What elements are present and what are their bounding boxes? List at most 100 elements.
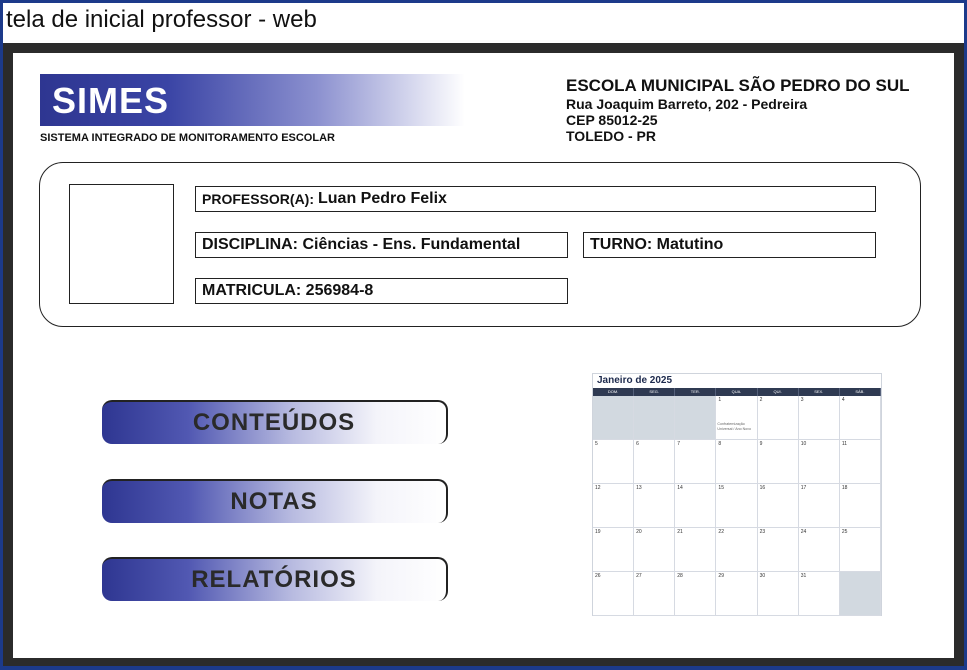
calendar-day-number: 30	[759, 573, 766, 579]
school-info: ESCOLA MUNICIPAL SÃO PEDRO DO SUL Rua Jo…	[566, 76, 910, 144]
calendar-day-number: 19	[595, 529, 601, 535]
calendar-day-number: 8	[718, 441, 722, 447]
calendar-day-number: 22	[718, 529, 724, 535]
school-name: ESCOLA MUNICIPAL SÃO PEDRO DO SUL	[566, 76, 910, 95]
calendar-day-number: 5	[595, 441, 598, 447]
calendar-day-number: 26	[595, 573, 601, 579]
calendar-day-cell[interactable]: 26	[593, 572, 635, 616]
calendar-grid: 1 Confraternização Universal / Ano Novo 2 3…	[593, 396, 881, 616]
weekday-label: QUI.	[758, 388, 799, 396]
calendar-day-number: 28	[677, 573, 683, 579]
calendar-day-cell[interactable]: 12	[593, 484, 635, 528]
calendar-day-cell[interactable]: 30	[757, 572, 799, 616]
calendar-day-number: 2	[759, 397, 763, 403]
calendar-day-number: 29	[718, 573, 724, 579]
calendar-day-cell[interactable]: 27	[634, 572, 676, 616]
calendar-day-number: 25	[841, 529, 848, 535]
calendar-day-cell[interactable]: 11	[839, 440, 881, 484]
calendar-day-number: 16	[759, 485, 766, 491]
school-city: TOLEDO - PR	[566, 128, 656, 144]
calendar-weekday-header: DOM. SEG. TER. QUA. QUI. SEX. SÁB.	[593, 388, 881, 396]
calendar-day-cell[interactable]: 22	[716, 528, 758, 572]
calendar-day-cell[interactable]: 5	[593, 440, 635, 484]
professor-name: Luan Pedro Felix	[318, 190, 447, 207]
relatorios-label: RELATÓRIOS	[191, 566, 357, 593]
calendar-day-number: 12	[595, 485, 601, 491]
calendar-day-number: 20	[636, 529, 642, 535]
calendar-day-number: 18	[841, 485, 848, 491]
calendar-day-number: 13	[636, 485, 642, 491]
calendar-day-number: 10	[800, 441, 807, 447]
matricula-field: MATRICULA: 256984-8	[195, 278, 568, 304]
calendar-day-cell[interactable]: 6	[634, 440, 676, 484]
window-title: tela de inicial professor - web	[6, 6, 317, 33]
conteudos-label: CONTEÚDOS	[192, 409, 356, 436]
weekday-label: SEG.	[634, 388, 676, 396]
calendar-day-cell[interactable]: 10	[798, 440, 840, 484]
school-cep: CEP 85012-25	[566, 112, 658, 128]
calendar-day-number: 1	[718, 397, 722, 403]
calendar-day-number: 24	[800, 529, 807, 535]
calendar-day-cell[interactable]: 19	[593, 528, 635, 572]
calendar-day-number: 7	[677, 441, 681, 447]
notas-button[interactable]: NOTAS	[102, 479, 448, 523]
weekday-label: DOM.	[593, 388, 635, 396]
logo-text: SIMES	[52, 80, 170, 121]
teacher-photo	[69, 184, 174, 304]
calendar-day-number: 27	[636, 573, 642, 579]
school-address: Rua Joaquim Barreto, 202 - Pedreira	[566, 96, 808, 112]
calendar-day-number: 14	[677, 485, 683, 491]
calendar-day-cell[interactable]	[634, 396, 676, 440]
calendar-day-cell[interactable]: 18	[839, 484, 881, 528]
calendar-day-cell[interactable]: 29	[716, 572, 758, 616]
calendar-day-cell[interactable]: 4	[839, 396, 881, 440]
calendar-day-cell[interactable]: 24	[798, 528, 840, 572]
weekday-label: SÁB.	[840, 388, 881, 396]
disciplina-field: DISCIPLINA: Ciências - Ens. Fundamental	[195, 232, 568, 258]
professor-field: PROFESSOR(A): Luan Pedro Felix	[195, 186, 876, 212]
conteudos-button[interactable]: CONTEÚDOS	[102, 400, 448, 444]
calendar-day-cell[interactable]: 1 Confraternização Universal / Ano Novo	[716, 396, 758, 440]
calendar-day-cell[interactable]: 23	[757, 528, 799, 572]
calendar-day-cell[interactable]: 17	[798, 484, 840, 528]
calendar-event: Confraternização Universal / Ano Novo	[717, 422, 751, 431]
calendar-day-number: 11	[841, 441, 848, 447]
calendar-day-cell[interactable]: 2	[757, 396, 799, 440]
calendar-day-number: 9	[759, 441, 763, 447]
calendar-day-number: 17	[800, 485, 807, 491]
calendar-day-number: 15	[718, 485, 724, 491]
calendar-day-cell[interactable]: 21	[675, 528, 717, 572]
calendar-day-cell[interactable]	[593, 396, 635, 440]
turno-text: TURNO: Matutino	[590, 236, 724, 253]
weekday-label: SEX.	[799, 388, 840, 396]
calendar-day-cell[interactable]: 14	[675, 484, 717, 528]
calendar-day-cell[interactable]: 3	[798, 396, 840, 440]
weekday-label: QUA.	[716, 388, 758, 396]
calendar-day-number: 23	[759, 529, 766, 535]
disciplina-text: DISCIPLINA: Ciências - Ens. Fundamental	[202, 236, 521, 253]
calendar-day-cell[interactable]: 28	[675, 572, 717, 616]
calendar-day-cell[interactable]	[675, 396, 717, 440]
calendar-day-cell[interactable]: 13	[634, 484, 676, 528]
calendar-title: Janeiro de 2025	[597, 375, 673, 386]
calendar-day-cell[interactable]	[839, 572, 881, 616]
matricula-text: MATRICULA: 256984-8	[202, 282, 374, 299]
calendar-day-cell[interactable]: 16	[757, 484, 799, 528]
relatorios-button[interactable]: RELATÓRIOS	[102, 557, 448, 601]
calendar-day-cell[interactable]: 20	[634, 528, 676, 572]
calendar-day-cell[interactable]: 7	[675, 440, 717, 484]
notas-label: NOTAS	[230, 488, 318, 515]
calendar-day-cell[interactable]: 15	[716, 484, 758, 528]
calendar-day-number: 6	[636, 441, 639, 447]
calendar-day-number: 21	[677, 529, 683, 535]
calendar-day-cell[interactable]: 8	[716, 440, 758, 484]
weekday-label: TER.	[675, 388, 717, 396]
logo-subtitle: SISTEMA INTEGRADO DE MONITORAMENTO ESCOL…	[40, 132, 335, 144]
calendar-widget[interactable]: Janeiro de 2025 DOM. SEG. TER. QUA. QUI.…	[592, 373, 882, 616]
calendar-day-cell[interactable]: 25	[839, 528, 881, 572]
turno-field: TURNO: Matutino	[583, 232, 876, 258]
calendar-day-cell[interactable]: 31	[798, 572, 840, 616]
calendar-day-number: 3	[800, 397, 804, 403]
calendar-day-cell[interactable]: 9	[757, 440, 799, 484]
calendar-day-number: 4	[841, 397, 845, 403]
